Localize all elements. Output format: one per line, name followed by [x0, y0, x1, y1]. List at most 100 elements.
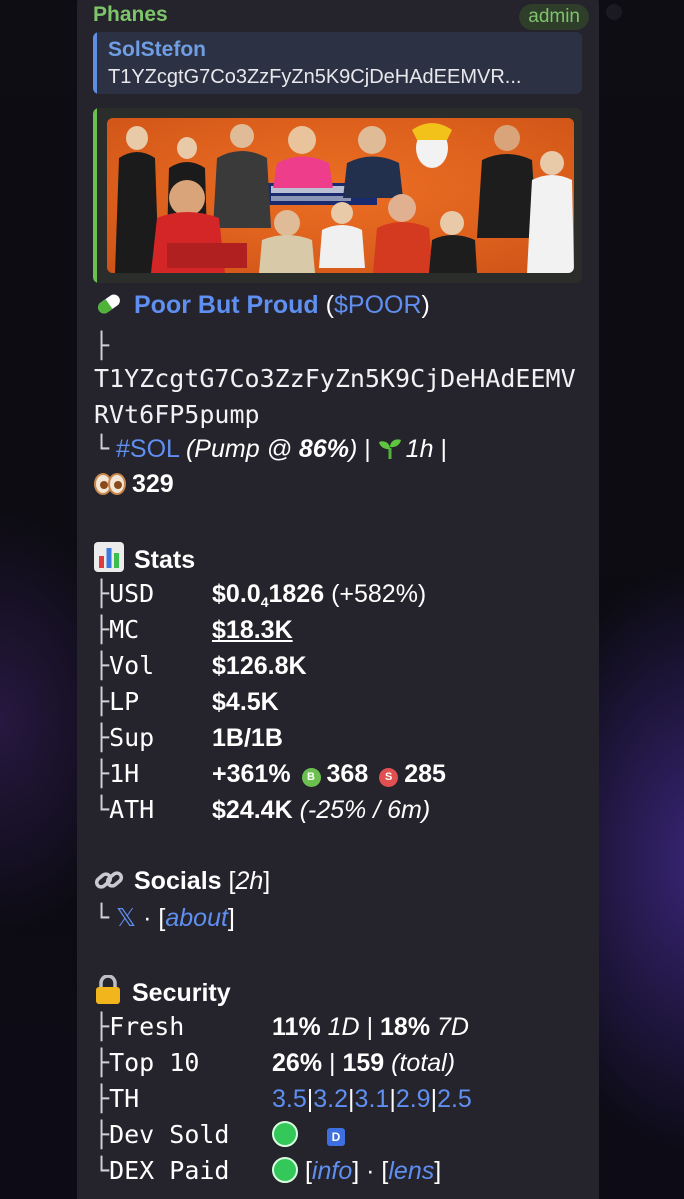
token-age: 1h — [405, 435, 434, 463]
seedling-icon — [378, 437, 402, 468]
stats-heading: Stats — [94, 542, 195, 579]
mc-value-link[interactable]: $18.3K — [212, 616, 293, 644]
pump-prefix: (Pump @ — [185, 435, 299, 463]
th-holder-link[interactable]: 2.5 — [437, 1085, 472, 1113]
view-count: 329 — [132, 470, 174, 498]
lp-branch: ├ — [94, 687, 110, 716]
pump-percent: 86% — [298, 435, 349, 463]
dex-dot: · — [366, 1157, 375, 1185]
security-fresh-row: ├Fresh 11% 1D | 18% 7D — [94, 1012, 469, 1042]
top10-label: Top 10 — [109, 1048, 200, 1077]
vol-label: Vol — [109, 651, 155, 680]
lens-close: ] — [434, 1157, 442, 1185]
fresh-label: Fresh — [109, 1012, 185, 1041]
lens-link[interactable]: lens — [388, 1157, 434, 1185]
socials-dot: · — [143, 904, 152, 932]
top10-percent: 26% — [272, 1049, 323, 1077]
socials-age-close: ] — [263, 867, 271, 895]
fresh-1d-label: 1D — [327, 1013, 360, 1041]
sell-count: 285 — [404, 760, 446, 788]
vol-value: $126.8K — [212, 652, 307, 680]
x-logo-icon[interactable]: 𝕏 — [116, 904, 136, 932]
h1-change: +361% — [212, 760, 291, 788]
ath-value: $24.4K — [212, 796, 293, 824]
buy-count: 368 — [326, 760, 369, 788]
th-branch: ├ — [94, 1084, 110, 1113]
sender-name[interactable]: Phanes — [93, 3, 168, 27]
fresh-branch: ├ — [94, 1012, 110, 1041]
reply-author: SolStefon — [108, 38, 206, 61]
link-preview[interactable] — [93, 108, 582, 283]
th-holder-link[interactable]: 3.1 — [355, 1085, 390, 1113]
h1-branch: ├ — [94, 759, 110, 788]
mc-branch: ├ — [94, 615, 110, 644]
token-name-link[interactable]: Poor But Proud — [134, 291, 319, 319]
age-separator: | — [440, 435, 447, 463]
security-th-row: ├TH 3.5|3.2|3.1|2.9|2.5 — [94, 1084, 472, 1114]
dex-paid-label: DEX Paid — [109, 1156, 230, 1185]
th-holder-link[interactable]: 3.2 — [313, 1085, 348, 1113]
link-icon — [94, 867, 124, 900]
socials-links-row: └ 𝕏 · [about] — [94, 903, 235, 933]
stats-lp-row: ├LP $4.5K — [94, 687, 279, 717]
socials-branch: └ — [94, 903, 110, 932]
preview-image[interactable] — [107, 118, 574, 273]
about-link[interactable]: about — [165, 904, 228, 932]
dex-branch: └ — [94, 1156, 110, 1185]
socials-age: 2h — [235, 867, 264, 895]
message-header: Phanes admin — [93, 3, 589, 30]
ticker-paren-close: ) — [421, 291, 430, 319]
sell-badge-icon: S — [379, 768, 399, 787]
lp-label: LP — [109, 687, 140, 716]
info-open: [ — [304, 1157, 312, 1185]
about-close: ] — [227, 904, 235, 932]
ticker-link[interactable]: $POOR — [334, 291, 422, 319]
th-holder-link[interactable]: 3.5 — [272, 1085, 307, 1113]
chain-line: └ #SOL (Pump @ 86%) | 1h | — [94, 434, 447, 468]
contract-address-line1[interactable]: T1YZcgtG7Co3ZzFyZn5K9CjDeHAdEEMV — [94, 364, 576, 393]
ath-detail: (-25% / 6m) — [299, 796, 431, 824]
vol-branch: ├ — [94, 651, 110, 680]
fresh-separator: | — [366, 1013, 374, 1041]
dex-paid-check-icon — [272, 1157, 299, 1183]
chat-screen: Phanes admin SolStefon T1YZcgtG7Co3ZzFyZ… — [0, 0, 684, 1199]
usd-price-digits: 1826 — [268, 580, 325, 608]
th-holder-link[interactable]: 2.9 — [396, 1085, 431, 1113]
dev-badge-icon[interactable]: D — [326, 1128, 345, 1146]
reply-quote[interactable]: SolStefon T1YZcgtG7Co3ZzFyZn5K9CjDeHAdEE… — [93, 32, 582, 94]
sup-branch: ├ — [94, 723, 110, 752]
top10-branch: ├ — [94, 1048, 110, 1077]
stats-vol-row: ├Vol $126.8K — [94, 651, 307, 681]
info-link[interactable]: info — [312, 1157, 352, 1185]
ath-branch: └ — [94, 795, 110, 824]
preview-accent-bar — [93, 108, 97, 283]
token-title-line: Poor But Proud ($POOR) — [94, 291, 430, 324]
chain-hashtag[interactable]: #SOL — [116, 435, 179, 463]
usd-price-prefix: $0.0 — [212, 580, 261, 608]
stats-sup-row: ├Sup 1B/1B — [94, 723, 283, 753]
usd-price: $0.041826 — [212, 580, 325, 610]
pill-icon — [94, 291, 124, 324]
buy-badge-icon: B — [301, 768, 321, 787]
views-line: 329 — [94, 470, 174, 503]
ath-label: ATH — [109, 795, 155, 824]
lp-value: $4.5K — [212, 688, 279, 716]
info-close: ] — [352, 1157, 360, 1185]
top10-separator: | — [329, 1049, 336, 1077]
lock-icon — [94, 974, 122, 1012]
top10-holders: 159 — [342, 1049, 385, 1077]
stats-1h-row: ├1H +361% B 368 S 285 — [94, 759, 446, 789]
dev-sold-check-icon — [272, 1121, 299, 1147]
h1-label: 1H — [109, 759, 140, 788]
fresh-7d-value: 18% — [380, 1013, 431, 1041]
socials-title: Socials — [134, 867, 222, 895]
contract-address-line2[interactable]: RVt6FP5pump — [94, 400, 260, 429]
usd-branch: ├ — [94, 579, 110, 608]
fresh-1d-value: 11% — [272, 1013, 321, 1041]
stats-mc-row: ├MC $18.3K — [94, 615, 293, 645]
stats-ath-row: └ATH $24.4K (-25% / 6m) — [94, 795, 430, 825]
chain-separator: | — [364, 435, 371, 463]
socials-heading: Socials [2h] — [94, 867, 270, 900]
security-top10-row: ├Top 10 26% | 159 (total) — [94, 1048, 455, 1078]
reply-text: T1YZcgtG7Co3ZzFyZn5K9CjDeHAdEEMVR... — [108, 66, 522, 88]
